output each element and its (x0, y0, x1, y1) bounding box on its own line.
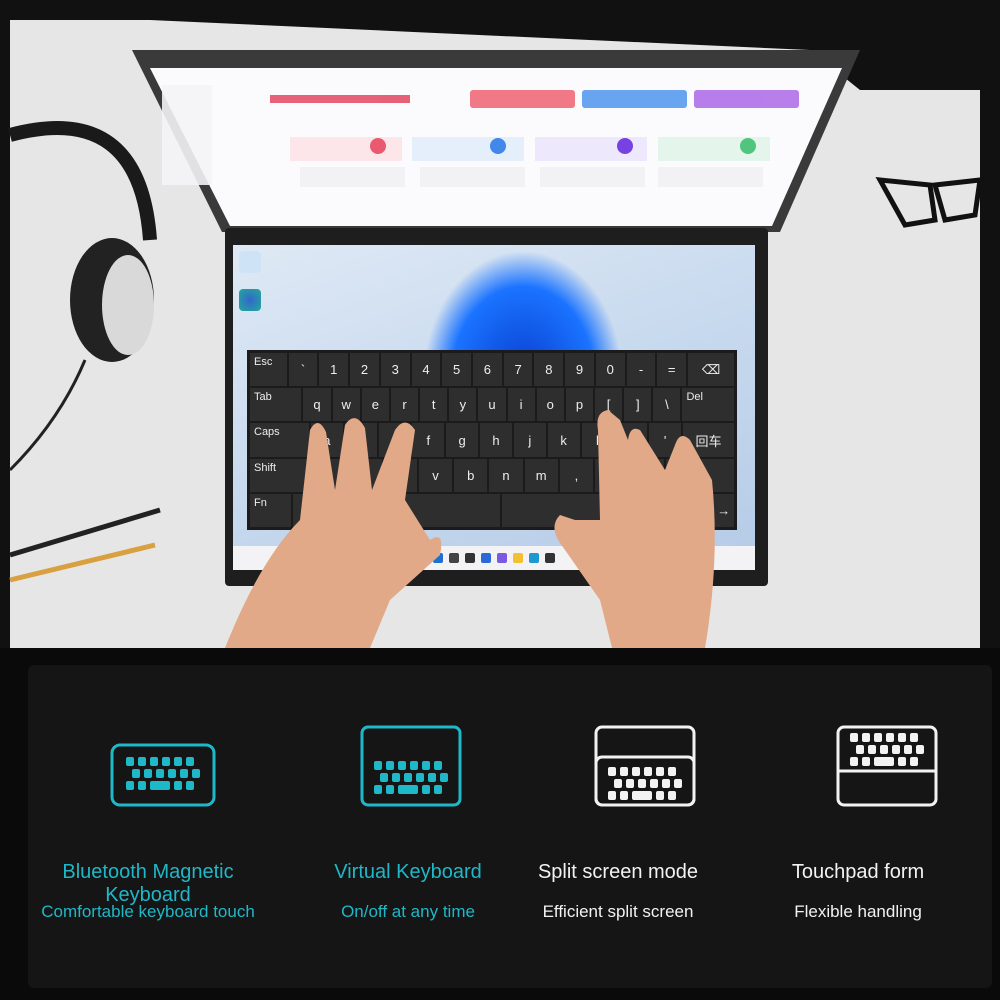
virtual-keyboard-icon (360, 725, 462, 812)
feature-subtitle: Flexible handling (794, 902, 922, 921)
feature-title: Bluetooth Magnetic Keyboard (62, 861, 234, 906)
typing-hands (225, 410, 715, 648)
feature-panel: Bluetooth Magnetic Keyboard Comfortable … (28, 665, 992, 988)
touchpad-icon (836, 725, 938, 812)
feature-title: Touchpad form (791, 861, 925, 883)
product-photo: Esc ` 1 2 3 4 5 6 7 8 9 0- = ⌫ Tab q w e r t y u i o p[] \ Del Caps… (0, 0, 1000, 648)
feature-subtitle: Comfortable keyboard touch (41, 902, 255, 921)
feature-title: Virtual Keyboard (334, 861, 482, 883)
split-screen-icon (594, 725, 696, 812)
feature-subtitle: On/off at any time (341, 902, 475, 921)
left-hand (225, 418, 442, 648)
feature-title: Split screen mode (537, 861, 699, 883)
keyboard-icon (110, 743, 216, 812)
right-hand (554, 410, 715, 648)
feature-subtitle: Efficient split screen (542, 902, 694, 921)
